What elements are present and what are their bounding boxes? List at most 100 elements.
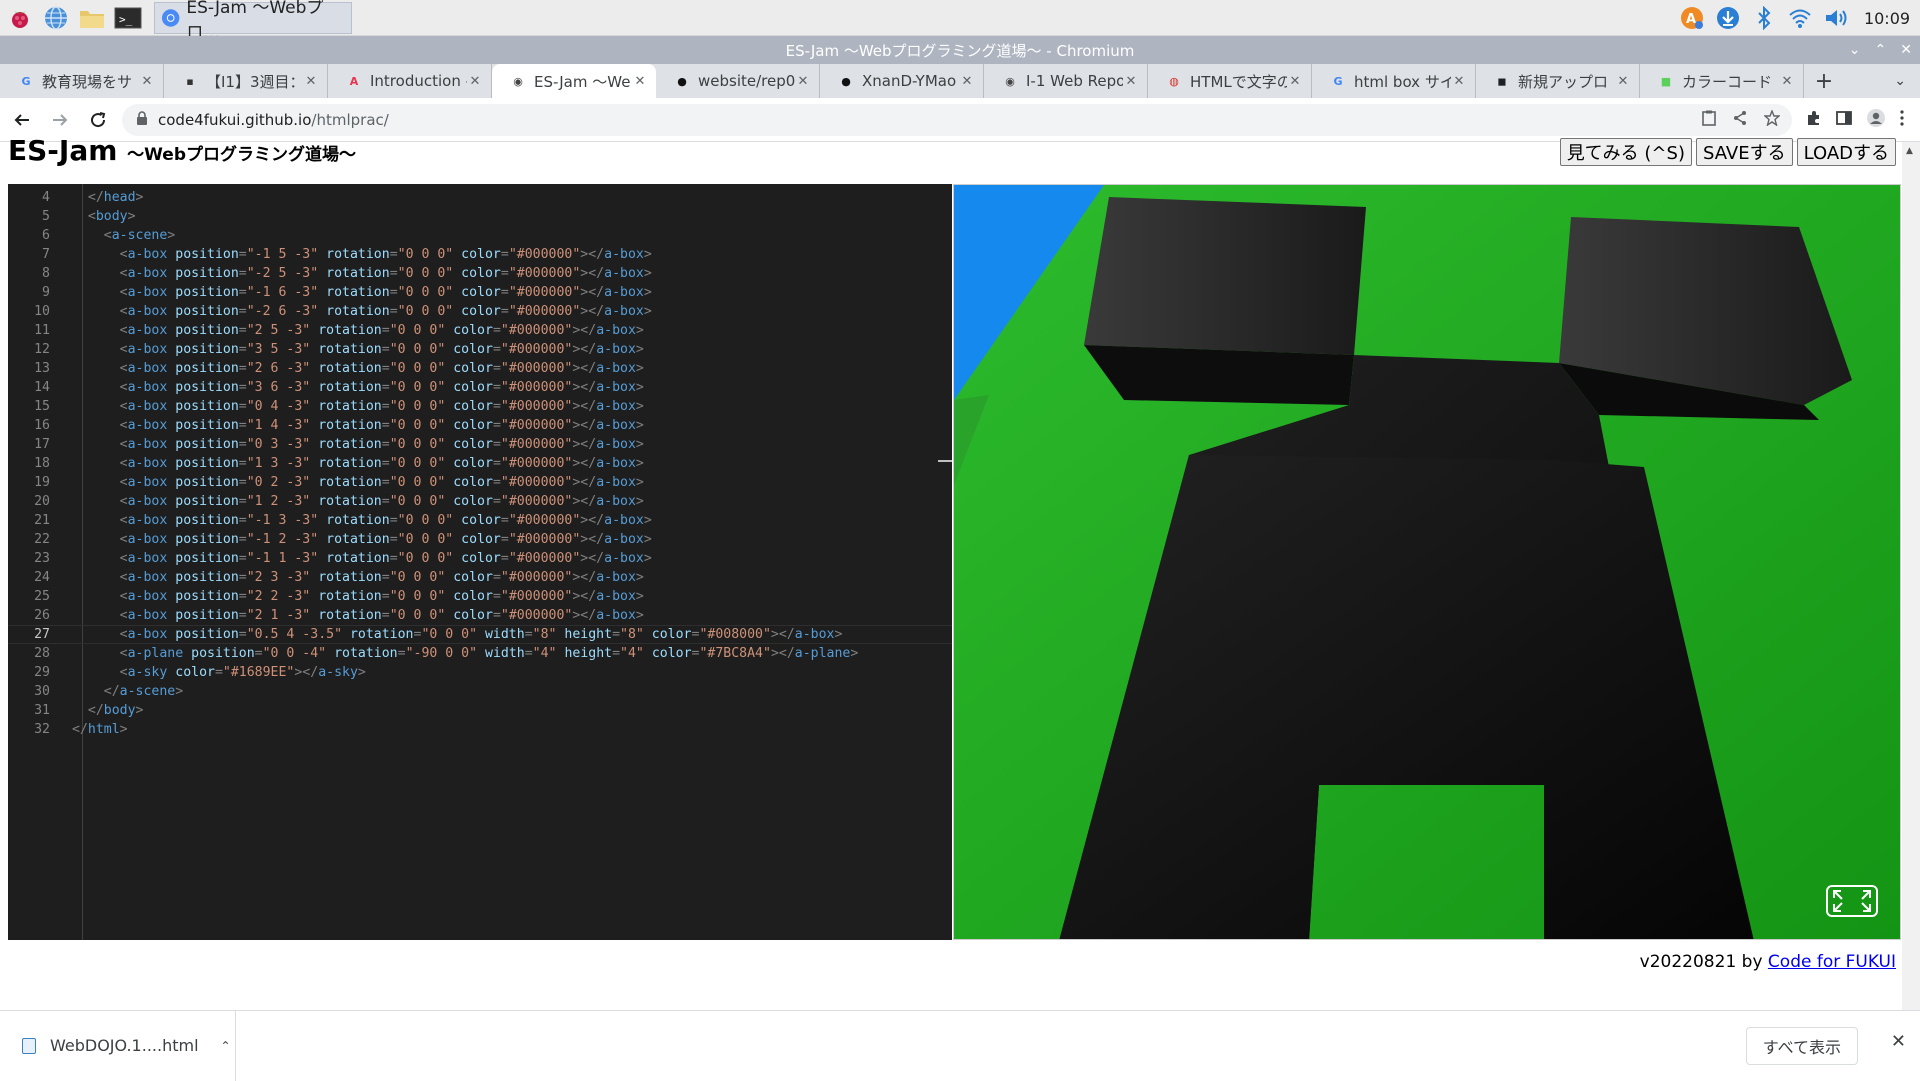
- code-line[interactable]: 9 <a-box position="-1 6 -3" rotation="0 …: [8, 283, 952, 302]
- terminal-icon[interactable]: >_: [112, 2, 144, 34]
- code-line[interactable]: 23 <a-box position="-1 1 -3" rotation="0…: [8, 549, 952, 568]
- tab-close-icon[interactable]: ✕: [1615, 74, 1631, 89]
- wifi-icon[interactable]: [1782, 0, 1818, 36]
- code-line[interactable]: 32 </html>: [8, 720, 952, 739]
- bookmark-star-icon[interactable]: [1763, 108, 1781, 130]
- tab-close-icon[interactable]: ✕: [467, 74, 483, 89]
- tab-1[interactable]: ▪ 【I1】3週目： ✕: [164, 64, 328, 98]
- code-line[interactable]: 30 </a-scene>: [8, 682, 952, 701]
- close-shelf-icon[interactable]: ✕: [1891, 1031, 1906, 1052]
- tab-title: ES-Jam 〜We: [534, 72, 631, 91]
- code-line[interactable]: 28 <a-plane position="0 0 -4" rotation="…: [8, 644, 952, 663]
- tab-close-icon[interactable]: ✕: [795, 74, 811, 89]
- code-line[interactable]: 11 <a-box position="2 5 -3" rotation="0 …: [8, 321, 952, 340]
- tab-9[interactable]: ◼ 新規アップロ ✕: [1476, 64, 1640, 98]
- code-line[interactable]: 14 <a-box position="3 6 -3" rotation="0 …: [8, 378, 952, 397]
- input-method-icon[interactable]: A: [1674, 0, 1710, 36]
- code-line[interactable]: 10 <a-box position="-2 6 -3" rotation="0…: [8, 302, 952, 321]
- extensions-icon[interactable]: [1806, 110, 1822, 130]
- code-line[interactable]: 18 <a-box position="1 3 -3" rotation="0 …: [8, 454, 952, 473]
- tab-close-icon[interactable]: ✕: [632, 74, 648, 89]
- code-editor[interactable]: 4 </head> 5 <body> 6 <a-scene> 7 <a-box pos…: [8, 184, 952, 940]
- save-button[interactable]: SAVEする: [1695, 138, 1793, 166]
- menu-kebab-icon[interactable]: [1900, 109, 1904, 130]
- tab-close-icon[interactable]: ✕: [1779, 74, 1795, 89]
- code-line[interactable]: 21 <a-box position="-1 3 -3" rotation="0…: [8, 511, 952, 530]
- code-line[interactable]: 27 <a-box position="0.5 4 -3.5" rotation…: [8, 625, 952, 644]
- tab-2[interactable]: A Introduction - ✕: [328, 64, 492, 98]
- profile-avatar-icon[interactable]: [1866, 108, 1886, 132]
- tab-close-icon[interactable]: ✕: [303, 74, 319, 89]
- load-button[interactable]: LOADする: [1796, 138, 1896, 166]
- tab-10[interactable]: ■ カラーコード ✕: [1640, 64, 1804, 98]
- code-line[interactable]: 29 <a-sky color="#1689EE"></a-sky>: [8, 663, 952, 682]
- folder-icon[interactable]: [76, 2, 108, 34]
- tab-5[interactable]: ● XnanD-YMao ✕: [820, 64, 984, 98]
- code-line[interactable]: 31 </body>: [8, 701, 952, 720]
- code-line[interactable]: 17 <a-box position="0 3 -3" rotation="0 …: [8, 435, 952, 454]
- new-tab-button[interactable]: +: [1804, 64, 1844, 98]
- tab-close-icon[interactable]: ✕: [139, 74, 155, 89]
- clipboard-icon[interactable]: [1702, 110, 1716, 130]
- code-text: <a-box position="1 3 -3" rotation="0 0 0…: [119, 456, 644, 471]
- preview-button[interactable]: 見てみる (^S): [1559, 138, 1692, 166]
- aframe-preview[interactable]: [953, 184, 1901, 940]
- line-number: 32: [34, 722, 50, 737]
- code-line[interactable]: 13 <a-box position="2 6 -3" rotation="0 …: [8, 359, 952, 378]
- line-number: 14: [34, 380, 50, 395]
- tab-7[interactable]: ◍ HTMLで文字の ✕: [1148, 64, 1312, 98]
- tab-search-icon[interactable]: ⌄: [1894, 64, 1906, 98]
- line-number: 23: [34, 551, 50, 566]
- reload-button[interactable]: [82, 104, 114, 136]
- scroll-up-icon[interactable]: ▲: [1906, 146, 1913, 156]
- side-panel-icon[interactable]: [1836, 110, 1852, 130]
- share-icon[interactable]: [1732, 110, 1748, 130]
- code-for-fukui-link[interactable]: Code for FUKUI: [1768, 952, 1896, 972]
- code-line[interactable]: 6 <a-scene>: [8, 226, 952, 245]
- code-line[interactable]: 16 <a-box position="1 4 -3" rotation="0 …: [8, 416, 952, 435]
- tab-close-icon[interactable]: ✕: [959, 74, 975, 89]
- code-line[interactable]: 15 <a-box position="0 4 -3" rotation="0 …: [8, 397, 952, 416]
- forward-button[interactable]: [44, 104, 76, 136]
- download-icon[interactable]: [1710, 0, 1746, 36]
- page-scrollbar[interactable]: ▲: [1902, 142, 1920, 1010]
- globe-icon[interactable]: [40, 2, 72, 34]
- raspberry-menu-icon[interactable]: [4, 2, 36, 34]
- editor-lines: 4 </head> 5 <body> 6 <a-scene> 7 <a-box pos…: [8, 184, 952, 739]
- code-line[interactable]: 19 <a-box position="0 2 -3" rotation="0 …: [8, 473, 952, 492]
- taskbar-chromium-task[interactable]: ES-Jam 〜Webプロ...: [154, 0, 352, 43]
- bluetooth-icon[interactable]: [1746, 0, 1782, 36]
- tab-close-icon[interactable]: ✕: [1287, 74, 1303, 89]
- lock-icon[interactable]: [136, 110, 148, 129]
- tab-8[interactable]: Ghtml box サイ ✕: [1312, 64, 1476, 98]
- back-button[interactable]: [6, 104, 38, 136]
- code-line[interactable]: 7 <a-box position="-1 5 -3" rotation="0 …: [8, 245, 952, 264]
- code-line[interactable]: 5 <body>: [8, 207, 952, 226]
- tab-favicon-icon: G: [21, 74, 31, 88]
- tab-close-icon[interactable]: ✕: [1123, 74, 1139, 89]
- tab-4[interactable]: ● website/rep02 ✕: [656, 64, 820, 98]
- fullscreen-button[interactable]: [1826, 885, 1878, 917]
- tab-close-icon[interactable]: ✕: [1451, 74, 1467, 89]
- code-line[interactable]: 25 <a-box position="2 2 -3" rotation="0 …: [8, 587, 952, 606]
- show-all-button[interactable]: すべて表示: [1745, 1027, 1858, 1065]
- chevron-up-icon[interactable]: ⌃: [221, 1039, 231, 1053]
- code-line[interactable]: 4 </head>: [8, 188, 952, 207]
- code-line[interactable]: 22 <a-box position="-1 2 -3" rotation="0…: [8, 530, 952, 549]
- minimize-icon[interactable]: ⌄: [1849, 42, 1861, 58]
- address-bar[interactable]: code4fukui.github.io/htmlprac/: [122, 103, 1792, 136]
- code-text: <a-box position="1 2 -3" rotation="0 0 0…: [119, 494, 644, 509]
- download-item[interactable]: WebDOJO.1....html ⌃: [0, 1010, 236, 1081]
- code-line[interactable]: 8 <a-box position="-2 5 -3" rotation="0 …: [8, 264, 952, 283]
- volume-icon[interactable]: [1818, 0, 1854, 36]
- code-line[interactable]: 20 <a-box position="1 2 -3" rotation="0 …: [8, 492, 952, 511]
- code-line[interactable]: 12 <a-box position="3 5 -3" rotation="0 …: [8, 340, 952, 359]
- tab-3[interactable]: ◉ ES-Jam 〜We ✕: [492, 64, 656, 98]
- tab-6[interactable]: ◉ I-1 Web Repo ✕: [984, 64, 1148, 98]
- maximize-icon[interactable]: ⌃: [1875, 42, 1887, 58]
- tab-0[interactable]: G 教育現場をサ ✕: [0, 64, 164, 98]
- code-line[interactable]: 26 <a-box position="2 1 -3" rotation="0 …: [8, 606, 952, 625]
- code-line[interactable]: 24 <a-box position="2 3 -3" rotation="0 …: [8, 568, 952, 587]
- close-icon[interactable]: ✕: [1900, 42, 1912, 58]
- line-number: 16: [34, 418, 50, 433]
